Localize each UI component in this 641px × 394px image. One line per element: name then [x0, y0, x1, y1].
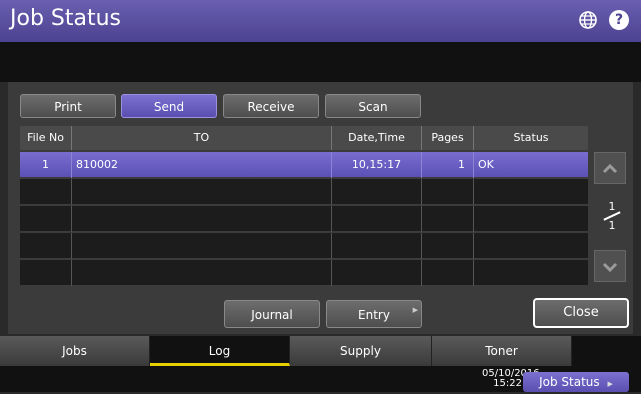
- cell-empty: [20, 206, 72, 232]
- submenu-arrow-icon: ▶: [412, 306, 418, 314]
- column-header-pages[interactable]: Pages: [422, 126, 474, 150]
- log-table: File No TO Date,Time Pages Status 1 8100…: [20, 126, 588, 286]
- page-indicator: 1 1: [600, 200, 624, 232]
- cell-empty: [422, 179, 474, 205]
- entry-button[interactable]: Entry ▶: [326, 300, 422, 328]
- cell-to: 810002: [72, 152, 332, 178]
- cell-empty: [332, 179, 422, 205]
- table-row[interactable]: [20, 233, 588, 259]
- job-status-button-label: Job Status: [539, 375, 600, 389]
- message-area: [0, 42, 641, 82]
- chevron-down-icon[interactable]: [594, 250, 626, 282]
- table-row[interactable]: [20, 260, 588, 286]
- entry-button-label: Entry: [358, 308, 390, 322]
- cell-empty: [20, 260, 72, 286]
- tab-print[interactable]: Print: [20, 94, 116, 118]
- job-status-button[interactable]: Job Status ▶: [523, 372, 629, 392]
- cell-empty: [332, 260, 422, 286]
- tab-log[interactable]: Log: [150, 336, 290, 366]
- column-header-date-time[interactable]: Date,Time: [332, 126, 422, 150]
- cell-empty: [72, 260, 332, 286]
- cell-empty: [72, 179, 332, 205]
- cell-empty: [422, 206, 474, 232]
- table-row[interactable]: [20, 206, 588, 232]
- table-row[interactable]: [20, 179, 588, 205]
- submenu-arrow-icon: ▶: [607, 380, 613, 388]
- table-header: File No TO Date,Time Pages Status: [20, 126, 588, 150]
- status-datetime: 05/10/2016 15:22: [482, 369, 540, 389]
- tab-supply[interactable]: Supply: [290, 336, 432, 366]
- cell-empty: [332, 206, 422, 232]
- globe-icon[interactable]: [578, 10, 598, 30]
- bottom-tab-bar: Jobs Log Supply Toner: [0, 336, 641, 366]
- tab-toner[interactable]: Toner: [432, 336, 572, 366]
- cell-empty: [422, 233, 474, 259]
- tab-send[interactable]: Send: [121, 94, 217, 118]
- cell-status: OK: [478, 158, 494, 171]
- cell-pages: 1: [422, 152, 474, 178]
- cell-empty: [72, 233, 332, 259]
- cell-file-no: 1: [20, 152, 72, 178]
- cell-empty: [72, 206, 332, 232]
- column-header-status[interactable]: Status: [474, 126, 588, 150]
- status-time: 15:22: [493, 378, 522, 389]
- tab-scan[interactable]: Scan: [325, 94, 421, 118]
- column-header-to[interactable]: TO: [72, 126, 332, 150]
- title-bar: Job Status ?: [0, 0, 641, 42]
- cell-empty: [20, 179, 72, 205]
- page-title: Job Status: [10, 6, 122, 31]
- page-current: 1: [608, 200, 616, 213]
- tab-receive[interactable]: Receive: [223, 94, 319, 118]
- cell-empty: [332, 233, 422, 259]
- tab-jobs[interactable]: Jobs: [0, 336, 150, 366]
- cell-empty: [20, 233, 72, 259]
- cell-empty: [422, 260, 474, 286]
- column-header-file-no[interactable]: File No: [20, 126, 72, 150]
- help-icon[interactable]: ?: [609, 10, 629, 30]
- cell-date-time: 10,15:17: [332, 152, 422, 178]
- chevron-up-icon[interactable]: [594, 152, 626, 184]
- journal-button[interactable]: Journal: [224, 300, 320, 328]
- close-button[interactable]: Close: [533, 298, 629, 328]
- table-row[interactable]: 1 810002 10,15:17 1 OK: [20, 152, 588, 178]
